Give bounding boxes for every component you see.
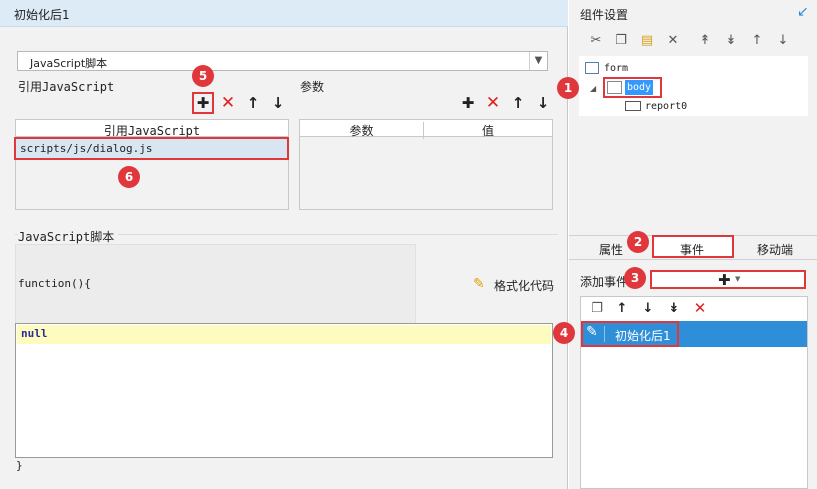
move-bottom-event-icon[interactable]: ↡	[666, 301, 682, 317]
brush-icon[interactable]: ✎	[473, 276, 485, 292]
expand-arrow-icon[interactable]: ◢	[590, 84, 596, 93]
closing-brace: }	[16, 459, 23, 472]
event-item-divider	[604, 326, 605, 342]
paste-icon[interactable]: ▤	[639, 33, 655, 49]
move-up-event-icon[interactable]: ↑	[614, 301, 630, 317]
delete-param-button[interactable]: ✕	[485, 95, 501, 112]
add-ref-button[interactable]: ✚	[195, 95, 211, 111]
step-badge-2: 2	[627, 231, 649, 253]
collapse-icon[interactable]: ↙	[797, 4, 809, 20]
form-icon	[585, 62, 599, 74]
add-param-button[interactable]: ✚	[460, 95, 476, 111]
delete-event-icon[interactable]: ✕	[692, 300, 708, 316]
table-row[interactable]: scripts/js/dialog.js	[14, 137, 289, 160]
script-type-value: JavaScript脚本	[30, 57, 108, 70]
params-table-header: 参数 值	[300, 120, 552, 139]
tree-node-report0[interactable]: report0	[645, 101, 687, 112]
move-top-icon[interactable]: ↟	[697, 33, 713, 49]
plus-icon: ✚	[718, 271, 731, 289]
move-up-icon[interactable]: ↑	[749, 33, 765, 49]
move-down-param-button[interactable]: ↓	[535, 95, 551, 111]
ref-js-label: 引用JavaScript	[18, 80, 115, 94]
delete-icon[interactable]: ✕	[665, 33, 681, 49]
add-event-dropdown[interactable]: ✚ ▼	[650, 270, 806, 289]
chevron-down-icon: ▼	[735, 275, 741, 283]
code-editor[interactable]: null	[15, 323, 553, 458]
copy-icon[interactable]: ❐	[613, 33, 629, 49]
params-table: 参数 值	[299, 119, 553, 210]
move-down-ref-button[interactable]: ↓	[270, 95, 286, 111]
step-badge-6: 6	[118, 166, 140, 188]
function-signature: function(){	[18, 277, 91, 290]
copy-event-icon[interactable]: ❐	[589, 301, 605, 317]
step-badge-5: 5	[192, 65, 214, 87]
move-down-icon[interactable]: ↓	[775, 33, 791, 49]
body-icon	[607, 81, 622, 94]
param-value-header: 值	[481, 124, 494, 138]
edit-icon[interactable]: ✎	[586, 324, 598, 340]
ref-js-table-header: 引用JavaScript	[16, 120, 288, 138]
format-code-button[interactable]: 格式化代码	[494, 277, 554, 294]
move-bottom-icon[interactable]: ↡	[723, 33, 739, 49]
tab-properties[interactable]: 属性	[599, 241, 623, 258]
params-label: 参数	[300, 80, 325, 94]
editor-title: 初始化后1	[14, 8, 70, 22]
function-header-box: function(){	[15, 244, 416, 325]
move-up-param-button[interactable]: ↑	[510, 95, 526, 111]
code-line: null	[17, 325, 551, 344]
move-down-event-icon[interactable]: ↓	[640, 301, 656, 317]
ref-js-table: 引用JavaScript	[15, 119, 289, 210]
delete-ref-button[interactable]: ✕	[220, 95, 236, 112]
param-name-header: 参数	[300, 122, 424, 139]
editor-title-bar: 初始化后1	[0, 0, 568, 27]
step-badge-1: 1	[557, 77, 579, 99]
tab-mobile[interactable]: 移动端	[757, 241, 793, 258]
tab-events[interactable]: 事件	[680, 241, 704, 258]
panel-title: 组件设置	[580, 8, 629, 22]
script-type-select[interactable]: JavaScript脚本 ▼	[17, 51, 548, 71]
tree-node-body[interactable]: body	[625, 80, 654, 95]
move-up-ref-button[interactable]: ↑	[245, 95, 261, 111]
code-text: null	[21, 327, 48, 340]
add-event-label: 添加事件	[580, 275, 629, 289]
cut-icon[interactable]: ✂	[588, 33, 604, 49]
tree-node-form[interactable]: form	[604, 63, 628, 74]
ref-js-path: scripts/js/dialog.js	[20, 142, 153, 155]
step-badge-3: 3	[624, 267, 646, 289]
event-item-label[interactable]: 初始化后1	[615, 327, 671, 344]
script-section-label: JavaScript脚本	[18, 228, 119, 245]
step-badge-4: 4	[553, 322, 575, 344]
chevron-down-icon[interactable]: ▼	[529, 52, 547, 70]
report-icon	[625, 101, 641, 111]
